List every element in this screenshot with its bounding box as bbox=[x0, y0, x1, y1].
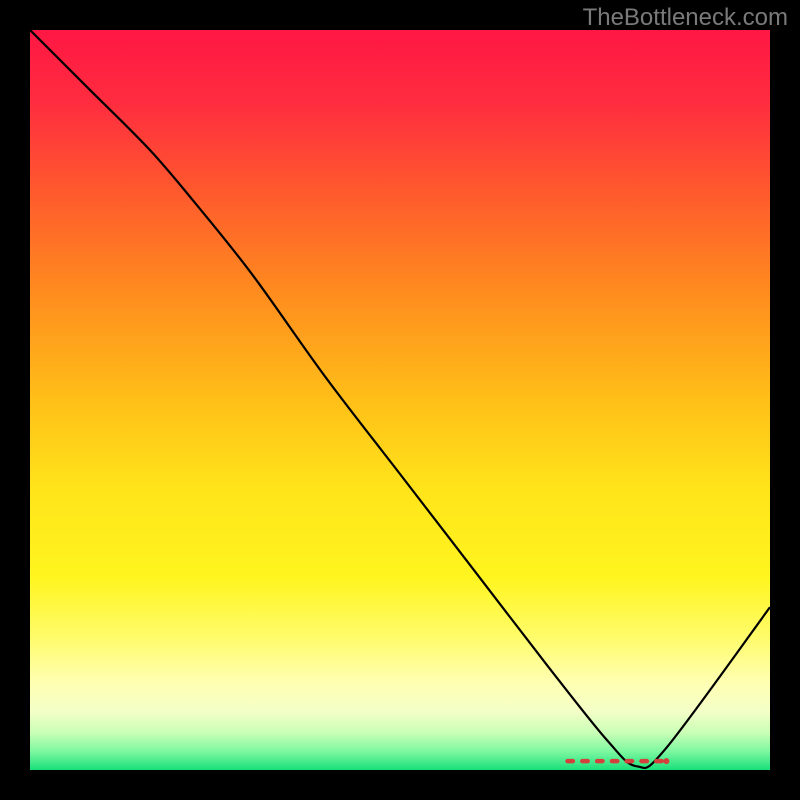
plot-area bbox=[30, 30, 770, 770]
chart-frame: TheBottleneck.com bbox=[0, 0, 800, 800]
chart-svg bbox=[30, 30, 770, 770]
watermark-text: TheBottleneck.com bbox=[583, 4, 788, 32]
